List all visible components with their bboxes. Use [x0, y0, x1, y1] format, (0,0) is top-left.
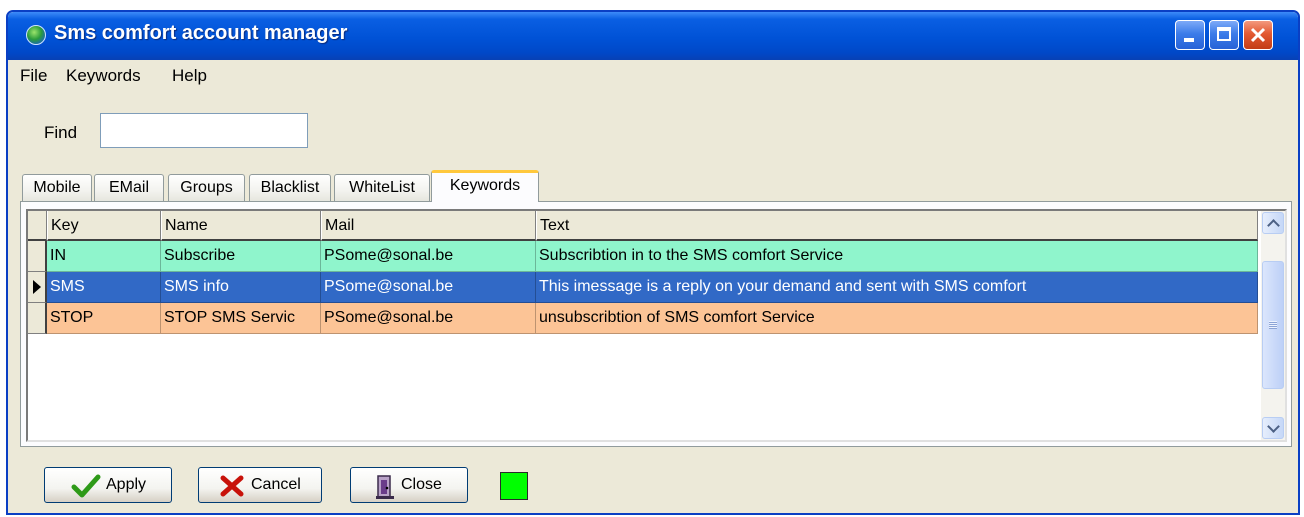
find-label: Find: [44, 123, 78, 142]
find-input[interactable]: [100, 113, 308, 148]
globe-icon: [26, 25, 46, 45]
cancel-label: Cancel: [251, 476, 301, 493]
close-icon: [1250, 27, 1266, 43]
menu-keywords[interactable]: Keywords: [66, 66, 141, 86]
cell-name[interactable]: SMS info: [161, 272, 321, 303]
cell-text[interactable]: Subscribtion in to the SMS comfort Servi…: [536, 241, 1258, 272]
tab-mobile[interactable]: Mobile: [22, 174, 92, 201]
apply-label: Apply: [106, 476, 147, 493]
close-button[interactable]: Close: [350, 467, 468, 503]
row-indicator[interactable]: [28, 241, 47, 272]
tab-groups[interactable]: Groups: [168, 174, 245, 201]
cell-mail[interactable]: PSome@sonal.be: [321, 272, 536, 303]
cell-name[interactable]: Subscribe: [161, 241, 321, 272]
cell-text[interactable]: unsubscribtion of SMS comfort Service: [536, 303, 1258, 334]
cell-name[interactable]: STOP SMS Servic: [161, 303, 321, 334]
keywords-grid[interactable]: Key Name Mail Text IN Subscribe PSome@so…: [26, 209, 1287, 442]
current-row-arrow-icon: [33, 280, 41, 294]
row-indicator[interactable]: [28, 272, 47, 303]
chevron-down-icon: [1267, 420, 1280, 433]
menu-help[interactable]: Help: [172, 66, 207, 86]
cell-mail[interactable]: PSome@sonal.be: [321, 303, 536, 334]
minimize-icon: [1184, 38, 1194, 42]
close-label: Close: [401, 476, 442, 493]
cell-key[interactable]: SMS: [47, 272, 161, 303]
row-indicator[interactable]: [28, 303, 47, 334]
scroll-thumb[interactable]: [1262, 261, 1284, 389]
vertical-scrollbar[interactable]: [1261, 211, 1285, 440]
grip-icon: [1269, 321, 1277, 329]
door-icon: [376, 475, 394, 499]
status-indicator: [500, 472, 528, 500]
title-bar[interactable]: Sms comfort account manager: [8, 12, 1298, 60]
table-row[interactable]: SMS SMS info PSome@sonal.be This imessag…: [28, 272, 1258, 303]
scroll-down-button[interactable]: [1262, 417, 1284, 439]
scroll-up-button[interactable]: [1262, 212, 1284, 234]
minimize-button[interactable]: [1175, 20, 1205, 50]
table-row[interactable]: IN Subscribe PSome@sonal.be Subscribtion…: [28, 241, 1258, 272]
maximize-icon: [1217, 27, 1231, 41]
cell-mail[interactable]: PSome@sonal.be: [321, 241, 536, 272]
tab-email[interactable]: EMail: [94, 174, 164, 201]
apply-button[interactable]: Apply: [44, 467, 172, 503]
app-window: Sms comfort account manager File Keyword…: [6, 10, 1300, 515]
column-header-key[interactable]: Key: [47, 211, 161, 241]
chevron-up-icon: [1267, 219, 1280, 232]
grid-header: Key Name Mail Text: [28, 211, 1258, 241]
cell-text[interactable]: This imessage is a reply on your demand …: [536, 272, 1258, 303]
table-row[interactable]: STOP STOP SMS Servic PSome@sonal.be unsu…: [28, 303, 1258, 334]
check-icon: [71, 474, 101, 498]
menu-bar: File Keywords Help: [8, 62, 1298, 90]
x-icon: [220, 475, 244, 497]
tab-whitelist[interactable]: WhiteList: [334, 174, 430, 201]
window-title: Sms comfort account manager: [54, 22, 348, 44]
maximize-button[interactable]: [1209, 20, 1239, 50]
column-header-name[interactable]: Name: [161, 211, 321, 241]
cell-key[interactable]: IN: [47, 241, 161, 272]
close-window-button[interactable]: [1243, 20, 1273, 50]
column-header-text[interactable]: Text: [536, 211, 1258, 241]
menu-file[interactable]: File: [20, 66, 47, 86]
tab-keywords[interactable]: Keywords: [431, 170, 539, 202]
cell-key[interactable]: STOP: [47, 303, 161, 334]
column-header-mail[interactable]: Mail: [321, 211, 536, 241]
row-indicator-header: [28, 211, 47, 241]
cancel-button[interactable]: Cancel: [198, 467, 322, 503]
tab-blacklist[interactable]: Blacklist: [249, 174, 331, 201]
